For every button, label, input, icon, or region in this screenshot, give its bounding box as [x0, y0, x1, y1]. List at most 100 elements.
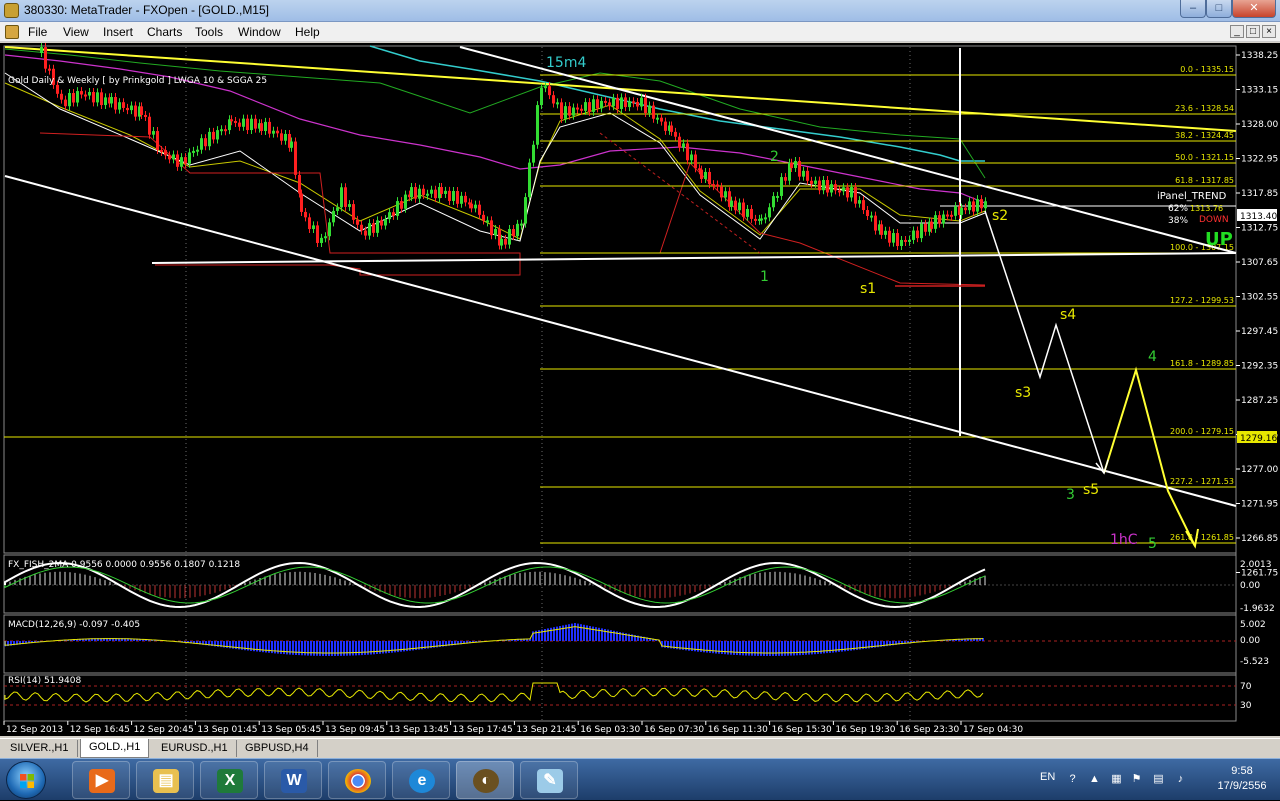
candle-body	[942, 214, 945, 224]
candle-body	[504, 238, 507, 245]
candle-body	[400, 201, 403, 209]
candle-body	[280, 133, 283, 141]
candle-body	[700, 169, 703, 179]
candle-body	[826, 180, 829, 193]
wave-label-1: 1	[760, 269, 769, 285]
candle-body	[694, 154, 697, 169]
language-indicator[interactable]: EN	[1040, 771, 1055, 783]
candle-body	[548, 86, 551, 96]
maximize-button[interactable]: □	[1206, 0, 1232, 18]
mdi-restore-button[interactable]: □	[1246, 25, 1260, 38]
time-tick-label: 17 Sep 04:30	[963, 725, 1023, 735]
candle-body	[972, 201, 975, 212]
mdi-minimize-button[interactable]: _	[1230, 25, 1244, 38]
candle-body	[118, 102, 121, 110]
chart-window-icon[interactable]	[5, 25, 19, 39]
time-tick-label: 16 Sep 07:30	[644, 725, 704, 735]
menu-view[interactable]: View	[63, 25, 89, 39]
media-player-taskbar-button[interactable]: ▶	[72, 761, 130, 799]
candle-body	[100, 92, 103, 106]
paint-taskbar-button[interactable]: ✎	[520, 761, 578, 799]
tab-silver-h1[interactable]: SILVER.,H1	[2, 740, 78, 757]
candle-body	[404, 194, 407, 209]
candle-body	[544, 86, 547, 89]
action-center-flag-icon[interactable]: ⚑	[1130, 773, 1143, 786]
help-icon[interactable]: ?	[1066, 773, 1079, 786]
tab-gbpusd-h4[interactable]: GBPUSD,H4	[237, 740, 318, 757]
candle-body	[144, 114, 147, 117]
candle-body	[760, 218, 763, 221]
media-player-icon: ▶	[89, 769, 115, 793]
candle-body	[608, 102, 611, 107]
fib-level-label: 200.0 - 1279.15	[1170, 427, 1234, 436]
tab-gold-h1[interactable]: GOLD.,H1	[80, 739, 150, 758]
menu-charts[interactable]: Charts	[147, 25, 182, 39]
candle-body	[924, 223, 927, 232]
candle-body	[690, 154, 693, 161]
menu-tools[interactable]: Tools	[195, 25, 223, 39]
rsi-line	[4, 682, 984, 703]
candle-body	[560, 102, 563, 119]
candle-body	[838, 190, 841, 193]
file-explorer-taskbar-button[interactable]: ▤	[136, 761, 194, 799]
candle-body	[846, 187, 849, 198]
chart-tabs: SILVER.,H1 GOLD.,H1 EURUSD.,H1 GBPUSD,H4	[0, 738, 1280, 758]
candle-body	[584, 102, 587, 111]
candle-body	[152, 131, 155, 135]
folder-icon: ▤	[153, 769, 179, 793]
candle-body	[670, 125, 673, 132]
candle-body	[430, 189, 433, 194]
chrome-taskbar-button[interactable]	[328, 761, 386, 799]
time-tick-label: 13 Sep 01:45	[197, 725, 257, 735]
volume-icon[interactable]: ♪	[1174, 773, 1187, 786]
candle-body	[250, 118, 253, 131]
candle-body	[376, 220, 379, 233]
clock[interactable]: 9:58 17/9/2556	[1210, 764, 1274, 794]
candle-body	[552, 95, 555, 104]
mdi-close-button[interactable]: ×	[1262, 25, 1276, 38]
price-chart[interactable]: 0.0 - 1335.15 23.6 - 1328.54 38.2 - 1324.4…	[0, 43, 1280, 736]
candle-body	[794, 161, 797, 169]
candle-body	[512, 229, 515, 237]
candle-body	[704, 171, 707, 179]
metatrader-taskbar-button[interactable]: ◐	[456, 761, 514, 799]
network-icon[interactable]: ▦	[1110, 773, 1123, 786]
menu-file[interactable]: File	[28, 25, 47, 39]
candle-body	[238, 122, 241, 127]
internet-explorer-taskbar-button[interactable]: e	[392, 761, 450, 799]
candle-body	[950, 214, 953, 217]
fib-level-label: 38.2 - 1324.45	[1175, 131, 1234, 140]
candle-body	[892, 233, 895, 243]
price-scale: 1338.25 1333.15 1328.00 1322.95 1317.85 1312.…	[1236, 51, 1278, 579]
candle-body	[96, 92, 99, 103]
minimize-button[interactable]: –	[1180, 0, 1206, 18]
excel-taskbar-button[interactable]: X	[200, 761, 258, 799]
window-title: 380330: MetaTrader - FXOpen - [GOLD.,M15…	[24, 3, 269, 17]
tab-eurusd-h1[interactable]: EURUSD.,H1	[153, 740, 237, 757]
candle-body	[324, 236, 327, 239]
menu-insert[interactable]: Insert	[103, 25, 133, 39]
candle-body	[276, 130, 279, 134]
time-tick-label: 13 Sep 17:45	[453, 725, 513, 735]
candle-body	[636, 101, 639, 107]
menu-window[interactable]: Window	[238, 25, 281, 39]
candle-body	[196, 149, 199, 152]
start-button[interactable]	[6, 761, 46, 799]
menu-help[interactable]: Help	[295, 25, 320, 39]
title-bar[interactable]: 380330: MetaTrader - FXOpen - [GOLD.,M15…	[0, 0, 1280, 22]
candle-body	[818, 180, 821, 191]
candle-body	[460, 195, 463, 204]
close-button[interactable]: ✕	[1232, 0, 1276, 18]
candle-body	[440, 187, 443, 194]
candle-body	[678, 136, 681, 148]
network-status-icon[interactable]: ▤	[1152, 773, 1165, 786]
wave-label-15m4: 15m4	[546, 55, 586, 71]
candle-body	[230, 119, 233, 122]
show-hidden-icons[interactable]: ▲	[1088, 773, 1101, 786]
candle-body	[176, 154, 179, 167]
chart-area[interactable]: 0.0 - 1335.15 23.6 - 1328.54 38.2 - 1324.4…	[0, 43, 1280, 736]
candle-body	[44, 47, 47, 69]
word-taskbar-button[interactable]: W	[264, 761, 322, 799]
candle-body	[380, 220, 383, 226]
ipanel-direction: UP	[1205, 229, 1233, 250]
